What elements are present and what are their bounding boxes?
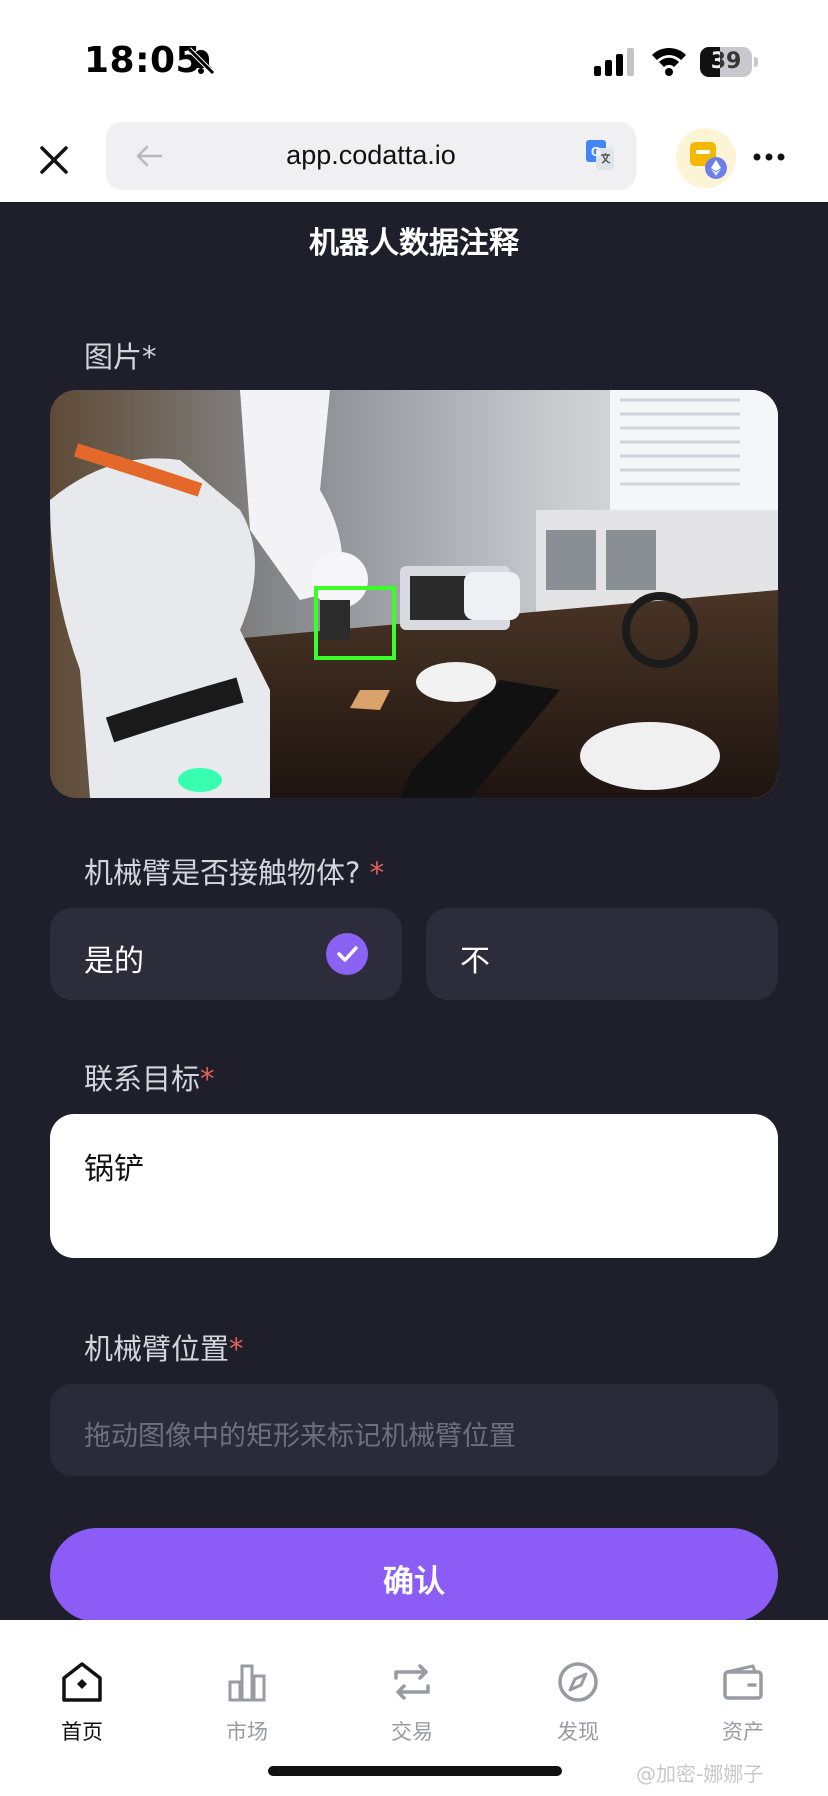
nav-assets[interactable]: 资产 [688,1640,798,1750]
trade-icon [394,1664,430,1700]
option-no[interactable]: 不 [426,908,778,1000]
assets-icon [723,1664,763,1700]
confirm-button-label: 确认 [383,1564,445,1600]
position-label: 机械臂位置* [84,1332,244,1366]
wallet-button[interactable] [676,128,736,188]
svg-text:G: G [591,144,601,159]
nav-assets-label: 资产 [722,1720,764,1744]
home-icon [62,1662,102,1702]
home-indicator[interactable] [268,1766,562,1776]
option-yes-label: 是的 [84,944,144,979]
wifi-icon [652,47,686,76]
bounding-box[interactable] [314,586,396,660]
bell-muted-icon [187,47,215,75]
bottom-navigation: 首页 市场 交易 发现 资产 @加密-娜娜子 [0,1620,828,1796]
nav-home[interactable]: 首页 [27,1640,137,1750]
address-bar[interactable]: app.codatta.io G [106,122,636,190]
nav-trade-label: 交易 [391,1720,433,1744]
target-value: 锅铲 [84,1152,144,1187]
discover-icon [558,1662,598,1702]
nav-trade[interactable]: 交易 [357,1640,467,1750]
market-icon [228,1664,266,1702]
target-input[interactable]: 锅铲 [50,1114,778,1258]
wallet-ethereum-icon [690,142,727,179]
position-field[interactable]: 拖动图像中的矩形来标记机械臂位置 [50,1384,778,1476]
nav-market[interactable]: 市场 [192,1640,302,1750]
nav-home-label: 首页 [61,1720,103,1744]
cellular-signal-icon [594,48,634,76]
contact-question-label: 机械臂是否接触物体? * [84,856,385,890]
checkmark-icon [326,933,368,975]
nav-discover[interactable]: 发现 [523,1640,633,1750]
nav-discover-label: 发现 [557,1720,599,1744]
translate-icon[interactable]: G [584,138,616,172]
robot-scene-image[interactable] [50,390,778,798]
position-placeholder: 拖动图像中的矩形来标记机械臂位置 [84,1421,516,1452]
battery-level: 39 [710,49,742,74]
url-text: app.codatta.io [286,140,456,170]
status-time: 18:05 [84,40,202,81]
status-bar: 18:05 39 [0,0,828,118]
confirm-button[interactable]: 确认 [50,1528,778,1622]
page-title: 机器人数据注释 [309,226,519,261]
option-yes[interactable]: 是的 [50,908,402,1000]
robot-scene-illustration [50,390,778,798]
watermark-text: @加密-娜娜子 [636,1762,764,1786]
image-label: 图片* [84,340,157,374]
more-options-icon[interactable] [752,142,786,172]
target-label: 联系目标* [84,1062,215,1096]
battery-indicator: 39 [700,47,758,77]
browser-toolbar: app.codatta.io G [0,118,828,202]
nav-market-label: 市场 [226,1720,268,1744]
option-no-label: 不 [460,944,490,979]
close-icon[interactable] [30,136,78,184]
